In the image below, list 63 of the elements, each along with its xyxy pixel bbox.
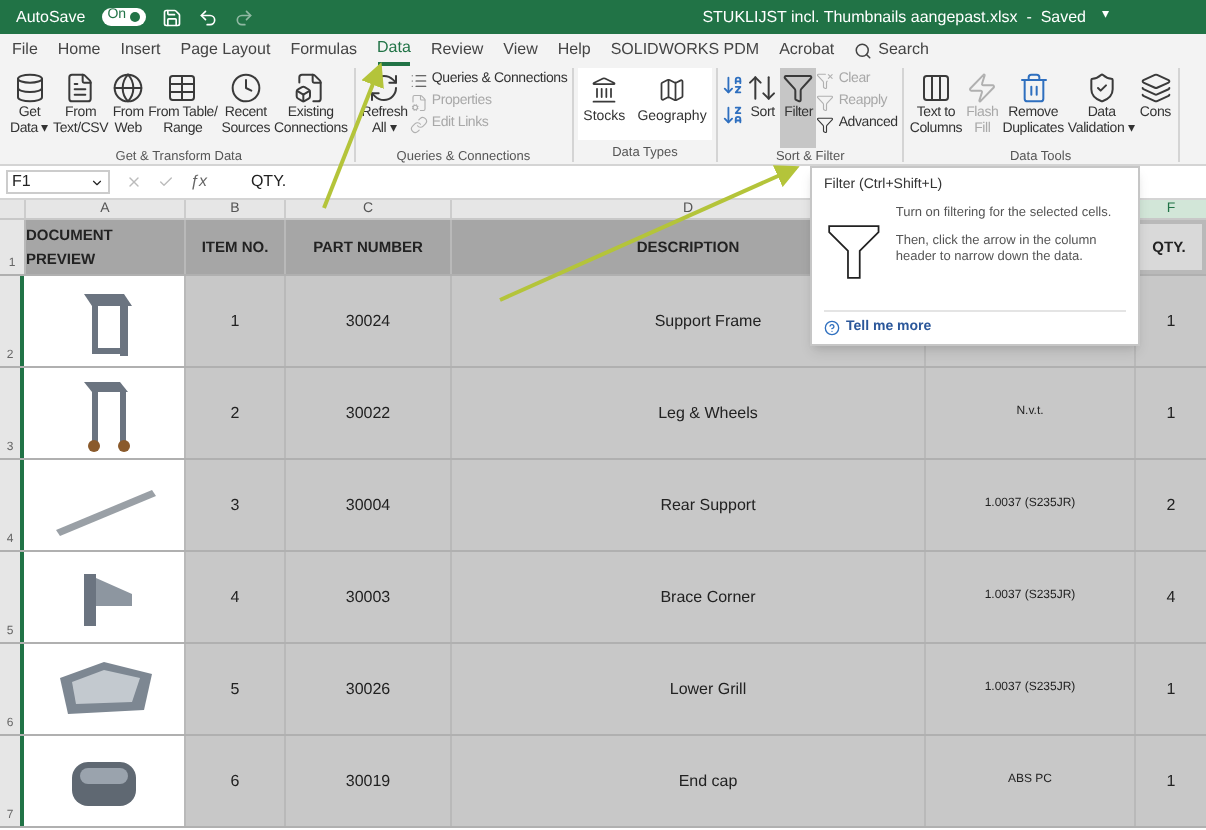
table-cell: 30003 xyxy=(284,552,450,642)
ribbon-icon xyxy=(658,76,686,104)
ribbon-icon xyxy=(1085,72,1118,104)
ribbon-icon xyxy=(590,76,619,104)
table-cell: 4 xyxy=(1134,552,1206,642)
ribbon-tab[interactable]: Acrobat xyxy=(779,34,835,66)
table-cell: Lower Grill xyxy=(450,644,924,734)
sort-ascending-icon[interactable] xyxy=(722,74,745,96)
ribbon-icon xyxy=(294,72,327,104)
ribbon-icon xyxy=(1017,72,1050,104)
autosave-label: AutoSave xyxy=(16,5,86,29)
ribbon-tab[interactable]: SOLIDWORKS PDM xyxy=(610,34,760,66)
table-cell: 5 xyxy=(184,644,284,734)
table-cell: 30022 xyxy=(284,368,450,458)
table-cell: 1 xyxy=(1134,368,1206,458)
ribbon-tab[interactable]: View xyxy=(503,34,538,66)
table-cell: 1 xyxy=(1134,736,1206,826)
ribbon-tab[interactable]: Insert xyxy=(120,34,161,66)
sort-descending-icon[interactable] xyxy=(722,104,745,126)
search-icon[interactable] xyxy=(854,41,873,59)
table-cell: 1 xyxy=(184,276,284,366)
undo-icon[interactable] xyxy=(198,7,219,27)
table-cell: 30026 xyxy=(284,644,450,734)
ribbon-tab[interactable]: Review xyxy=(430,34,484,66)
name-box[interactable]: F1 xyxy=(6,170,110,194)
insert-function-button[interactable]: ƒx xyxy=(190,170,207,194)
ribbon-icon xyxy=(1139,72,1172,104)
ribbon-tab[interactable]: Home xyxy=(57,34,101,66)
ribbon-icon xyxy=(112,72,145,104)
ribbon-icon xyxy=(229,72,262,104)
table-cell: Leg & Wheels xyxy=(450,368,924,458)
ribbon-tab[interactable]: Page Layout xyxy=(180,34,271,66)
table-cell: Rear Support xyxy=(450,460,924,550)
ribbon-tab[interactable]: Formulas xyxy=(290,34,358,66)
ribbon-icon xyxy=(919,72,952,104)
ribbon-icon xyxy=(966,72,999,104)
table-cell: 2 xyxy=(1134,460,1206,550)
ribbon-icon xyxy=(409,115,428,133)
ribbon-tab[interactable]: File xyxy=(12,34,38,66)
table-cell: 30019 xyxy=(284,736,450,826)
table-cell: 6 xyxy=(184,736,284,826)
ribbon-icon xyxy=(746,72,779,104)
formula-field[interactable]: QTY. xyxy=(250,170,287,194)
ribbon-tab[interactable]: Help xyxy=(557,34,591,66)
search-label[interactable]: Search xyxy=(878,38,929,62)
ribbon-icon xyxy=(409,93,428,111)
ribbon-icon xyxy=(368,72,401,104)
table-cell: 30024 xyxy=(284,276,450,366)
ribbon-icon xyxy=(409,71,428,89)
table-cell: 4 xyxy=(184,552,284,642)
table-cell: 1 xyxy=(1134,644,1206,734)
ribbon-icon xyxy=(816,115,835,133)
help-icon[interactable] xyxy=(824,319,840,336)
ribbon-icon xyxy=(64,72,97,104)
table-cell: 3 xyxy=(184,460,284,550)
ribbon-icon xyxy=(166,72,199,104)
table-cell: 30004 xyxy=(284,460,450,550)
table-cell: 2 xyxy=(184,368,284,458)
table-cell: Brace Corner xyxy=(450,552,924,642)
window-title: STUKLIJST incl. Thumbnails aangepast.xlsx - Saved xyxy=(702,5,1086,29)
table-cell: End cap xyxy=(450,736,924,826)
save-icon[interactable] xyxy=(162,7,183,27)
ribbon-icon xyxy=(13,72,46,104)
